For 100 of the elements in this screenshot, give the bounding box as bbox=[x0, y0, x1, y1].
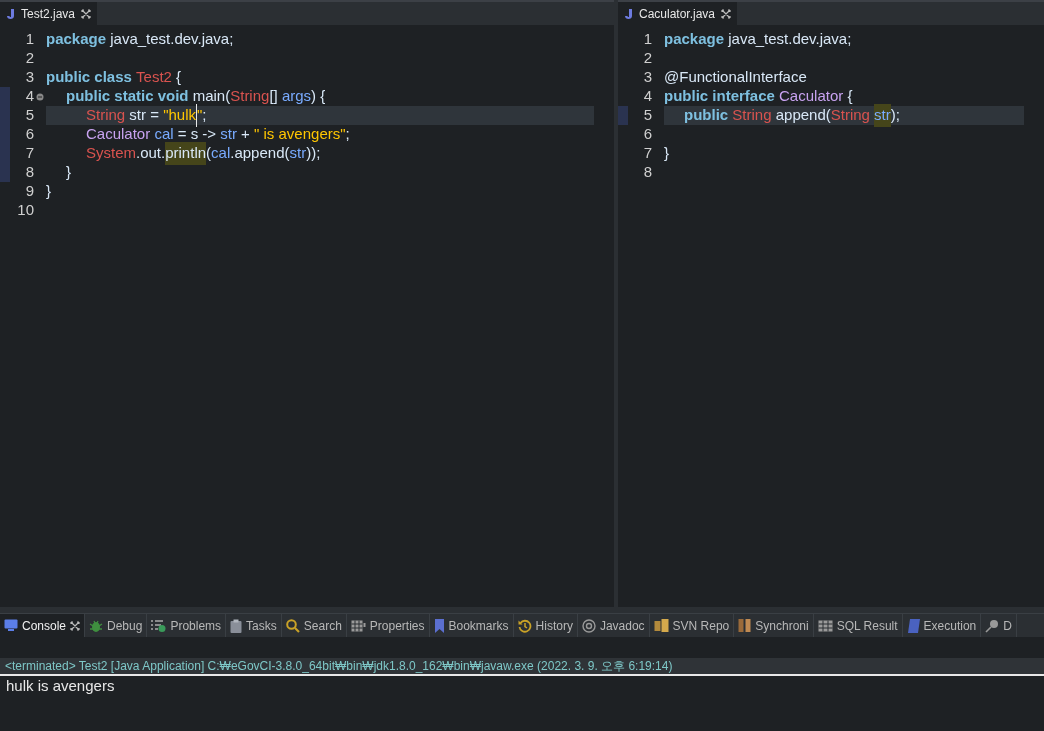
code-token: str = bbox=[128, 105, 160, 126]
code-token: Caculator bbox=[779, 86, 844, 107]
monitor-icon bbox=[4, 619, 18, 632]
history-icon bbox=[517, 618, 532, 633]
line-number: 1 bbox=[642, 29, 652, 50]
tab-title: Execution bbox=[923, 617, 977, 635]
code-token: ); bbox=[890, 105, 900, 126]
code-token: str bbox=[289, 143, 307, 164]
book-icon bbox=[906, 618, 920, 633]
code-token: Test2 bbox=[136, 67, 172, 88]
line-number: 5 bbox=[642, 105, 652, 126]
code-token: println bbox=[165, 142, 207, 165]
close-icon[interactable] bbox=[721, 8, 732, 19]
code-token: { bbox=[175, 67, 182, 88]
tab-title: History bbox=[535, 617, 573, 635]
bookmark-icon bbox=[433, 618, 445, 633]
code-token: ) { bbox=[311, 86, 326, 107]
tab-title: SVN Repo bbox=[672, 617, 730, 635]
code-token: public static void bbox=[66, 86, 190, 107]
code-token: java_test.dev.java; bbox=[109, 29, 234, 50]
line-number: 10 bbox=[16, 200, 34, 221]
tab-title: SQL Result bbox=[836, 617, 898, 635]
tab-title: Test2.java bbox=[21, 5, 76, 23]
code-token: + bbox=[240, 124, 251, 145]
view-tab[interactable]: Console bbox=[0, 614, 86, 637]
tab-title: Search bbox=[303, 617, 342, 635]
line-number: 7 bbox=[642, 143, 652, 164]
code-token: String bbox=[86, 105, 126, 126]
line-number: 4 bbox=[642, 86, 652, 107]
close-icon[interactable] bbox=[81, 8, 92, 19]
code-token: public bbox=[684, 105, 730, 126]
table-icon bbox=[350, 619, 366, 632]
tab-title: Bookmarks bbox=[448, 617, 509, 635]
line-number: 9 bbox=[24, 181, 34, 202]
code-token: = s -> bbox=[176, 124, 218, 145]
code-token: ; bbox=[202, 105, 207, 126]
editor-tab[interactable]: Test2.java bbox=[0, 2, 98, 25]
tab-title: Problems bbox=[170, 617, 222, 635]
code-token: @FunctionalInterface bbox=[664, 67, 807, 88]
repository-icon bbox=[653, 618, 669, 633]
code-token: " is avengers" bbox=[254, 124, 346, 145]
tab-title: Properties bbox=[369, 617, 425, 635]
code-token: str bbox=[220, 124, 237, 145]
code-token: )); bbox=[306, 143, 321, 164]
search-icon bbox=[285, 618, 300, 633]
line-number: 5 bbox=[24, 105, 34, 126]
tab-title: Synchroni bbox=[755, 617, 809, 635]
editor-tab[interactable]: Caculator.java bbox=[618, 2, 738, 25]
tab-title: Javadoc bbox=[599, 617, 645, 635]
code-token: } bbox=[66, 162, 71, 183]
close-icon[interactable] bbox=[70, 620, 81, 631]
line-number: 7 bbox=[24, 143, 34, 164]
tab-title: Console bbox=[22, 617, 67, 635]
code-token: cal bbox=[211, 143, 231, 164]
tab-title: Tasks bbox=[246, 617, 277, 635]
tab-title: D bbox=[1003, 617, 1012, 635]
clipboard-icon bbox=[230, 618, 243, 633]
code-token: main( bbox=[192, 86, 231, 107]
at-sign-icon bbox=[581, 618, 596, 633]
line-number: 3 bbox=[642, 67, 652, 88]
line-number: 3 bbox=[24, 67, 34, 88]
code-token: ; bbox=[345, 124, 350, 145]
code-token: str bbox=[874, 104, 891, 127]
code-token: System bbox=[86, 143, 136, 164]
bug-icon bbox=[89, 618, 104, 633]
line-number: 2 bbox=[642, 48, 652, 69]
code-token: [] bbox=[269, 86, 279, 107]
code-token: String bbox=[732, 105, 772, 126]
console-status: <terminated> Test2 [Java Application] C:₩eGovCI-3.8.0_64bit₩bin₩jdk1.8.0_162₩bin₩javaw.exe (2022. 3. 9. 오후 6:19:14) bbox=[4, 658, 674, 674]
code-token: package bbox=[664, 29, 725, 50]
code-token: "hulk bbox=[163, 104, 197, 127]
code-token: { bbox=[846, 86, 853, 107]
line-number: 8 bbox=[642, 162, 652, 183]
line-number: 6 bbox=[24, 124, 34, 145]
list-icon bbox=[151, 619, 167, 632]
line-number: 6 bbox=[642, 124, 652, 145]
code-token: Caculator bbox=[86, 124, 152, 145]
tab-title: Caculator.java bbox=[639, 5, 716, 23]
java-file-icon bbox=[6, 7, 15, 20]
code-token: args bbox=[281, 86, 312, 107]
code-token: ( bbox=[206, 143, 212, 164]
line-number: 1 bbox=[24, 29, 34, 50]
tab-title: Debug bbox=[107, 617, 143, 635]
collapse-icon[interactable] bbox=[36, 92, 44, 101]
code-token: .append( bbox=[230, 143, 290, 164]
code-token: append( bbox=[774, 105, 831, 126]
code-token: java_test.dev.java; bbox=[727, 29, 852, 50]
code-token: } bbox=[46, 181, 51, 202]
code-token: package bbox=[46, 29, 107, 50]
code-token: String bbox=[830, 105, 871, 126]
code-token: cal bbox=[154, 124, 174, 145]
table-icon bbox=[817, 619, 833, 632]
code-token: String bbox=[230, 86, 270, 107]
java-file-icon bbox=[624, 7, 633, 20]
code-token: public interface bbox=[664, 86, 776, 107]
code-token: public class bbox=[46, 67, 133, 88]
line-number: 4 bbox=[24, 86, 34, 107]
line-number: 8 bbox=[24, 162, 34, 183]
code-token: .out. bbox=[136, 143, 166, 164]
code-token: } bbox=[664, 143, 669, 164]
